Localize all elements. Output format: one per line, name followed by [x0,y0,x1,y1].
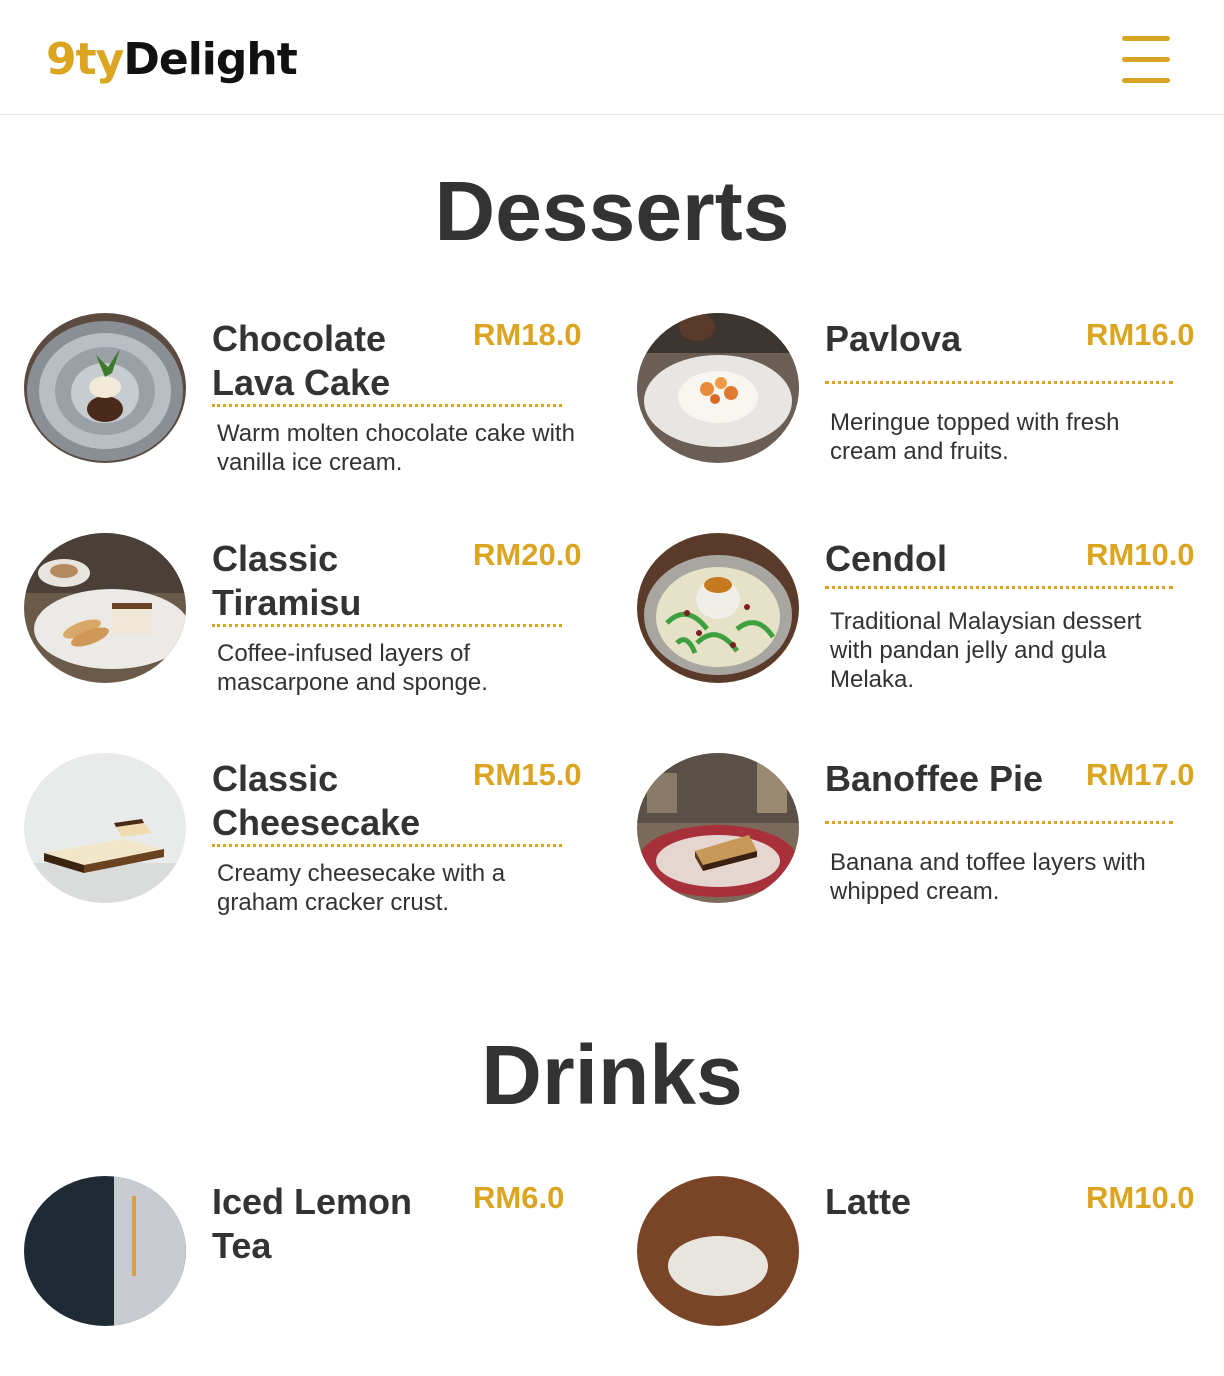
site-header: 9tyDelight [0,0,1224,115]
item-name: Classic Tiramisu [212,538,362,623]
item-price: RM10.0 [1086,1180,1195,1215]
classic-tiramisu-image [24,533,186,683]
dotted-divider [825,586,1173,589]
classic-cheesecake-image [24,753,186,903]
menu-item-classic-tiramisu[interactable]: Classic Tiramisu RM20.0 Coffee-infused l… [24,533,614,733]
dotted-divider [212,624,562,627]
hamburger-menu-icon[interactable] [1116,30,1176,90]
pavlova-image [637,313,799,463]
dotted-divider [825,821,1173,824]
menu-item-banoffee-pie[interactable]: Banoffee Pie RM17.0 Banana and toffee la… [637,753,1224,953]
iced-lemon-tea-image [24,1176,186,1326]
item-description: Meringue topped with fresh cream and fru… [830,409,1120,465]
latte-image [637,1176,799,1326]
item-name: Latte [825,1181,912,1222]
item-name: Pavlova [825,318,962,359]
item-price: RM10.0 [1086,537,1195,572]
item-description: Warm molten chocolate cake with vanilla … [217,420,575,476]
item-description: Banana and toffee layers with whipped cr… [830,849,1146,905]
item-price: RM18.0 [473,317,582,352]
menu-item-classic-cheesecake[interactable]: Classic Cheesecake RM15.0 Creamy cheesec… [24,753,614,953]
dotted-divider [212,404,562,407]
item-description: Traditional Malaysian dessert with panda… [830,608,1142,693]
item-price: RM20.0 [473,537,582,572]
banoffee-pie-image [637,753,799,903]
item-price: RM6.0 [473,1180,565,1215]
item-price: RM17.0 [1086,757,1195,792]
site-logo[interactable]: 9tyDelight [46,30,298,90]
menu-item-chocolate-lava-cake[interactable]: Chocolate Lava Cake RM18.0 Warm molten c… [24,313,614,513]
chocolate-lava-cake-image [24,313,186,463]
item-description: Creamy cheesecake with a graham cracker … [217,860,506,916]
item-price: RM15.0 [473,757,582,792]
item-name: Iced Lemon Tea [212,1181,413,1266]
item-price: RM16.0 [1086,317,1195,352]
menu-item-iced-lemon-tea[interactable]: Iced Lemon Tea RM6.0 [24,1176,614,1376]
menu-item-pavlova[interactable]: Pavlova RM16.0 Meringue topped with fres… [637,313,1224,513]
section-title-desserts: Desserts [434,164,790,258]
item-name: Chocolate Lava Cake [212,318,391,403]
logo-accent-text: 9ty [46,34,124,85]
item-name: Cendol [825,538,947,579]
menu-item-cendol[interactable]: Cendol RM10.0 Traditional Malaysian dess… [637,533,1224,733]
logo-main-text: Delight [123,34,297,85]
dotted-divider [212,844,562,847]
section-title-drinks: Drinks [481,1028,743,1122]
item-name: Banoffee Pie [825,758,1044,799]
menu-item-latte[interactable]: Latte RM10.0 [637,1176,1224,1376]
item-description: Coffee-infused layers of mascarpone and … [217,640,488,696]
cendol-image [637,533,799,683]
dotted-divider [825,381,1173,384]
item-name: Classic Cheesecake [212,758,421,843]
